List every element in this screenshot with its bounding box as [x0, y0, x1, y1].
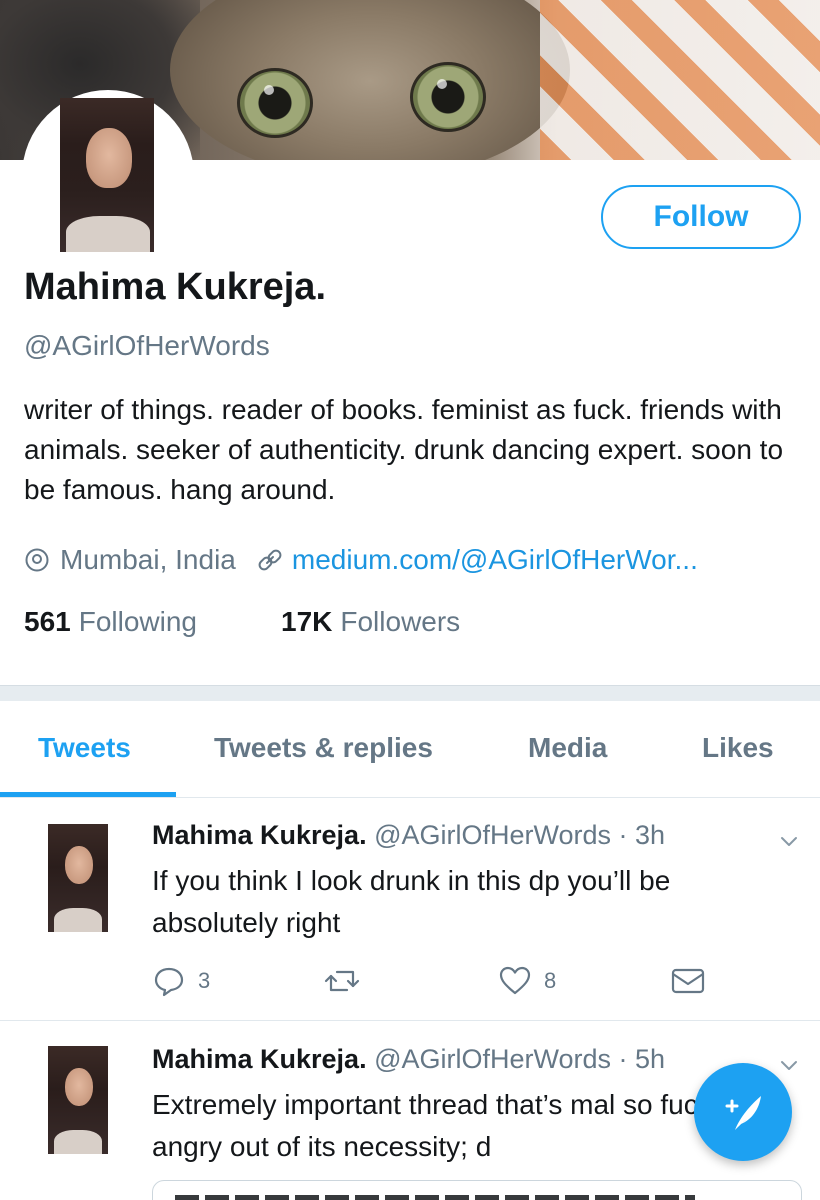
- profile-link[interactable]: medium.com/@AGirlOfHerWor...: [256, 544, 698, 576]
- cat-right-eye: [410, 62, 486, 132]
- location-text: Mumbai, India: [60, 544, 236, 575]
- chevron-down-icon[interactable]: [778, 830, 800, 852]
- chevron-down-icon[interactable]: [778, 1054, 800, 1076]
- cat-face: [170, 0, 570, 160]
- envelope-icon: [671, 968, 705, 994]
- display-name: Mahima Kukreja.: [24, 266, 326, 308]
- reply-icon: [154, 967, 184, 997]
- tweet-handle-time: @AGirlOfHerWords · 3h: [374, 820, 666, 850]
- avatar-shoulders: [54, 1130, 102, 1154]
- follow-button[interactable]: Follow: [601, 185, 801, 249]
- avatar-shoulders: [66, 216, 150, 252]
- reply-count: 3: [198, 968, 211, 993]
- avatar-shoulders: [54, 908, 102, 932]
- compose-tweet-button[interactable]: [694, 1063, 792, 1161]
- quoted-card-preview[interactable]: [152, 1180, 802, 1200]
- tweet-actions: 3 8: [152, 964, 712, 1004]
- avatar-face: [65, 846, 93, 884]
- profile-location: Mumbai, India: [24, 544, 236, 576]
- like-button[interactable]: 8: [498, 964, 556, 998]
- followers-label: Followers: [340, 606, 461, 637]
- compose-tweet-icon: [725, 1096, 761, 1130]
- following-count-link[interactable]: 561 Following: [24, 606, 197, 638]
- profile-avatar[interactable]: [60, 98, 154, 252]
- followers-count: 17K: [281, 606, 333, 637]
- profile-handle: @AGirlOfHerWords: [24, 330, 270, 361]
- banner-fabric: [540, 0, 820, 160]
- like-count: 8: [544, 968, 557, 993]
- heart-icon: [499, 966, 531, 995]
- following-label: Following: [78, 606, 197, 637]
- tweet-header: Mahima Kukreja. @AGirlOfHerWords · 3h: [152, 820, 665, 851]
- tweet-avatar[interactable]: [48, 1046, 108, 1154]
- tab-media[interactable]: Media: [528, 732, 607, 764]
- cat-left-eye: [237, 68, 313, 138]
- tweet-author-name[interactable]: Mahima Kukreja.: [152, 1044, 367, 1074]
- profile-meta: Mumbai, India medium.com/@AGirlOfHerWor.…: [24, 540, 698, 580]
- profile-counts: 561 Following 17K Followers: [24, 606, 460, 638]
- profile-bio: writer of things. reader of books. femin…: [24, 394, 784, 505]
- tweet-author-name[interactable]: Mahima Kukreja.: [152, 820, 367, 850]
- message-button[interactable]: [670, 964, 706, 998]
- tab-tweets[interactable]: Tweets: [38, 732, 131, 764]
- section-divider: [0, 685, 820, 701]
- tweet-handle-time: @AGirlOfHerWords · 5h: [374, 1044, 666, 1074]
- tweet-divider: [0, 1020, 820, 1021]
- tweet-avatar[interactable]: [48, 824, 108, 932]
- link-icon: [256, 546, 284, 574]
- retweet-icon: [324, 970, 360, 992]
- profile-link-text[interactable]: medium.com/@AGirlOfHerWor...: [292, 544, 698, 576]
- tab-likes[interactable]: Likes: [702, 732, 774, 764]
- avatar-face: [86, 128, 132, 188]
- tab-tweets-and-replies[interactable]: Tweets & replies: [214, 732, 433, 764]
- tweet-text: If you think I look drunk in this dp you…: [152, 865, 671, 938]
- tweet-header: Mahima Kukreja. @AGirlOfHerWords · 5h: [152, 1044, 665, 1075]
- tweet-text: Extremely important thread that’s mal so…: [152, 1089, 750, 1162]
- reply-button[interactable]: 3: [152, 964, 210, 998]
- following-count: 561: [24, 606, 71, 637]
- location-pin-icon: [24, 547, 50, 573]
- avatar-face: [65, 1068, 93, 1106]
- followers-count-link[interactable]: 17K Followers: [281, 606, 460, 638]
- card-text-peek: [175, 1195, 695, 1200]
- retweet-button[interactable]: [324, 964, 360, 998]
- active-tab-indicator: [0, 792, 176, 797]
- profile-tabs: Tweets Tweets & replies Media Likes: [0, 702, 820, 798]
